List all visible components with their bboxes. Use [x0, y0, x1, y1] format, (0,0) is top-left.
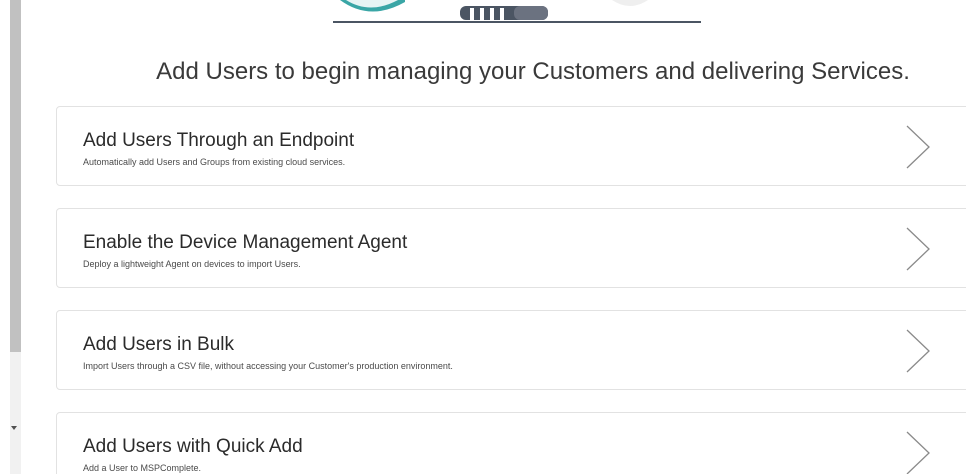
option-card-bulk[interactable]: Add Users in Bulk Import Users through a…	[56, 310, 966, 390]
vertical-scrollbar[interactable]	[0, 0, 22, 474]
option-card-endpoint[interactable]: Add Users Through an Endpoint Automatica…	[56, 106, 966, 186]
chevron-right-icon[interactable]	[905, 430, 931, 474]
option-description: Add a User to MSPComplete.	[83, 463, 202, 473]
option-title: Add Users with Quick Add	[83, 436, 303, 457]
option-description: Automatically add Users and Groups from …	[83, 157, 346, 167]
option-title: Add Users in Bulk	[83, 334, 235, 355]
option-card-quick-add[interactable]: Add Users with Quick Add Add a User to M…	[56, 412, 966, 474]
option-description: Deploy a lightweight Agent on devices to…	[83, 259, 301, 269]
option-card-device-agent[interactable]: Enable the Device Management Agent Deplo…	[56, 208, 966, 288]
chevron-right-icon[interactable]	[905, 124, 931, 170]
option-description: Import Users through a CSV file, without…	[83, 361, 453, 371]
option-title: Add Users Through an Endpoint	[83, 130, 355, 151]
chevron-right-icon[interactable]	[905, 226, 931, 272]
scrollbar-thumb[interactable]	[10, 0, 21, 352]
users-illustration	[333, 0, 701, 23]
option-title: Enable the Device Management Agent	[83, 232, 408, 253]
page-headline: Add Users to begin managing your Custome…	[156, 58, 910, 85]
scrollbar-track[interactable]	[10, 352, 21, 474]
page: Add Users to begin managing your Custome…	[0, 0, 966, 474]
chevron-right-icon[interactable]	[905, 328, 931, 374]
scroll-down-arrow-icon[interactable]	[11, 426, 17, 430]
